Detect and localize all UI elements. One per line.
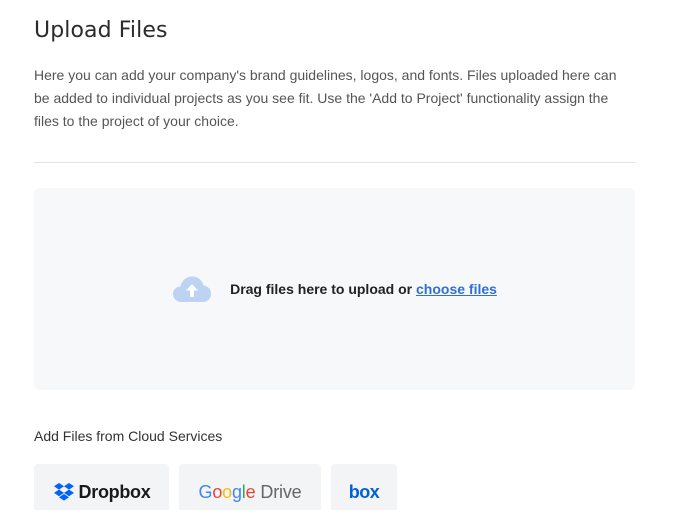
box-button[interactable]: box xyxy=(331,464,397,510)
file-dropzone[interactable]: Drag files here to upload or choose file… xyxy=(34,188,635,390)
divider xyxy=(34,162,635,163)
cloud-services-list: Dropbox Google Drive box xyxy=(34,464,397,510)
box-logo: box xyxy=(348,481,380,502)
page-title: Upload Files xyxy=(34,18,168,43)
google-drive-button[interactable]: Google Drive xyxy=(179,464,321,510)
choose-files-link[interactable]: choose files xyxy=(416,281,497,297)
dropbox-label: Dropbox xyxy=(78,481,151,502)
google-drive-logo: Google Drive xyxy=(198,481,302,502)
dropbox-logo: Dropbox xyxy=(53,482,151,503)
cloud-services-label: Add Files from Cloud Services xyxy=(34,428,223,444)
dropbox-icon xyxy=(53,483,74,501)
dropzone-prompt: Drag files here to upload or xyxy=(230,281,416,297)
page-description: Here you can add your company's brand gu… xyxy=(34,67,617,129)
dropzone-content: Drag files here to upload or choose file… xyxy=(172,275,497,303)
dropbox-button[interactable]: Dropbox xyxy=(34,464,169,510)
dropzone-text: Drag files here to upload or choose file… xyxy=(230,281,497,297)
cloud-upload-icon xyxy=(173,276,212,302)
